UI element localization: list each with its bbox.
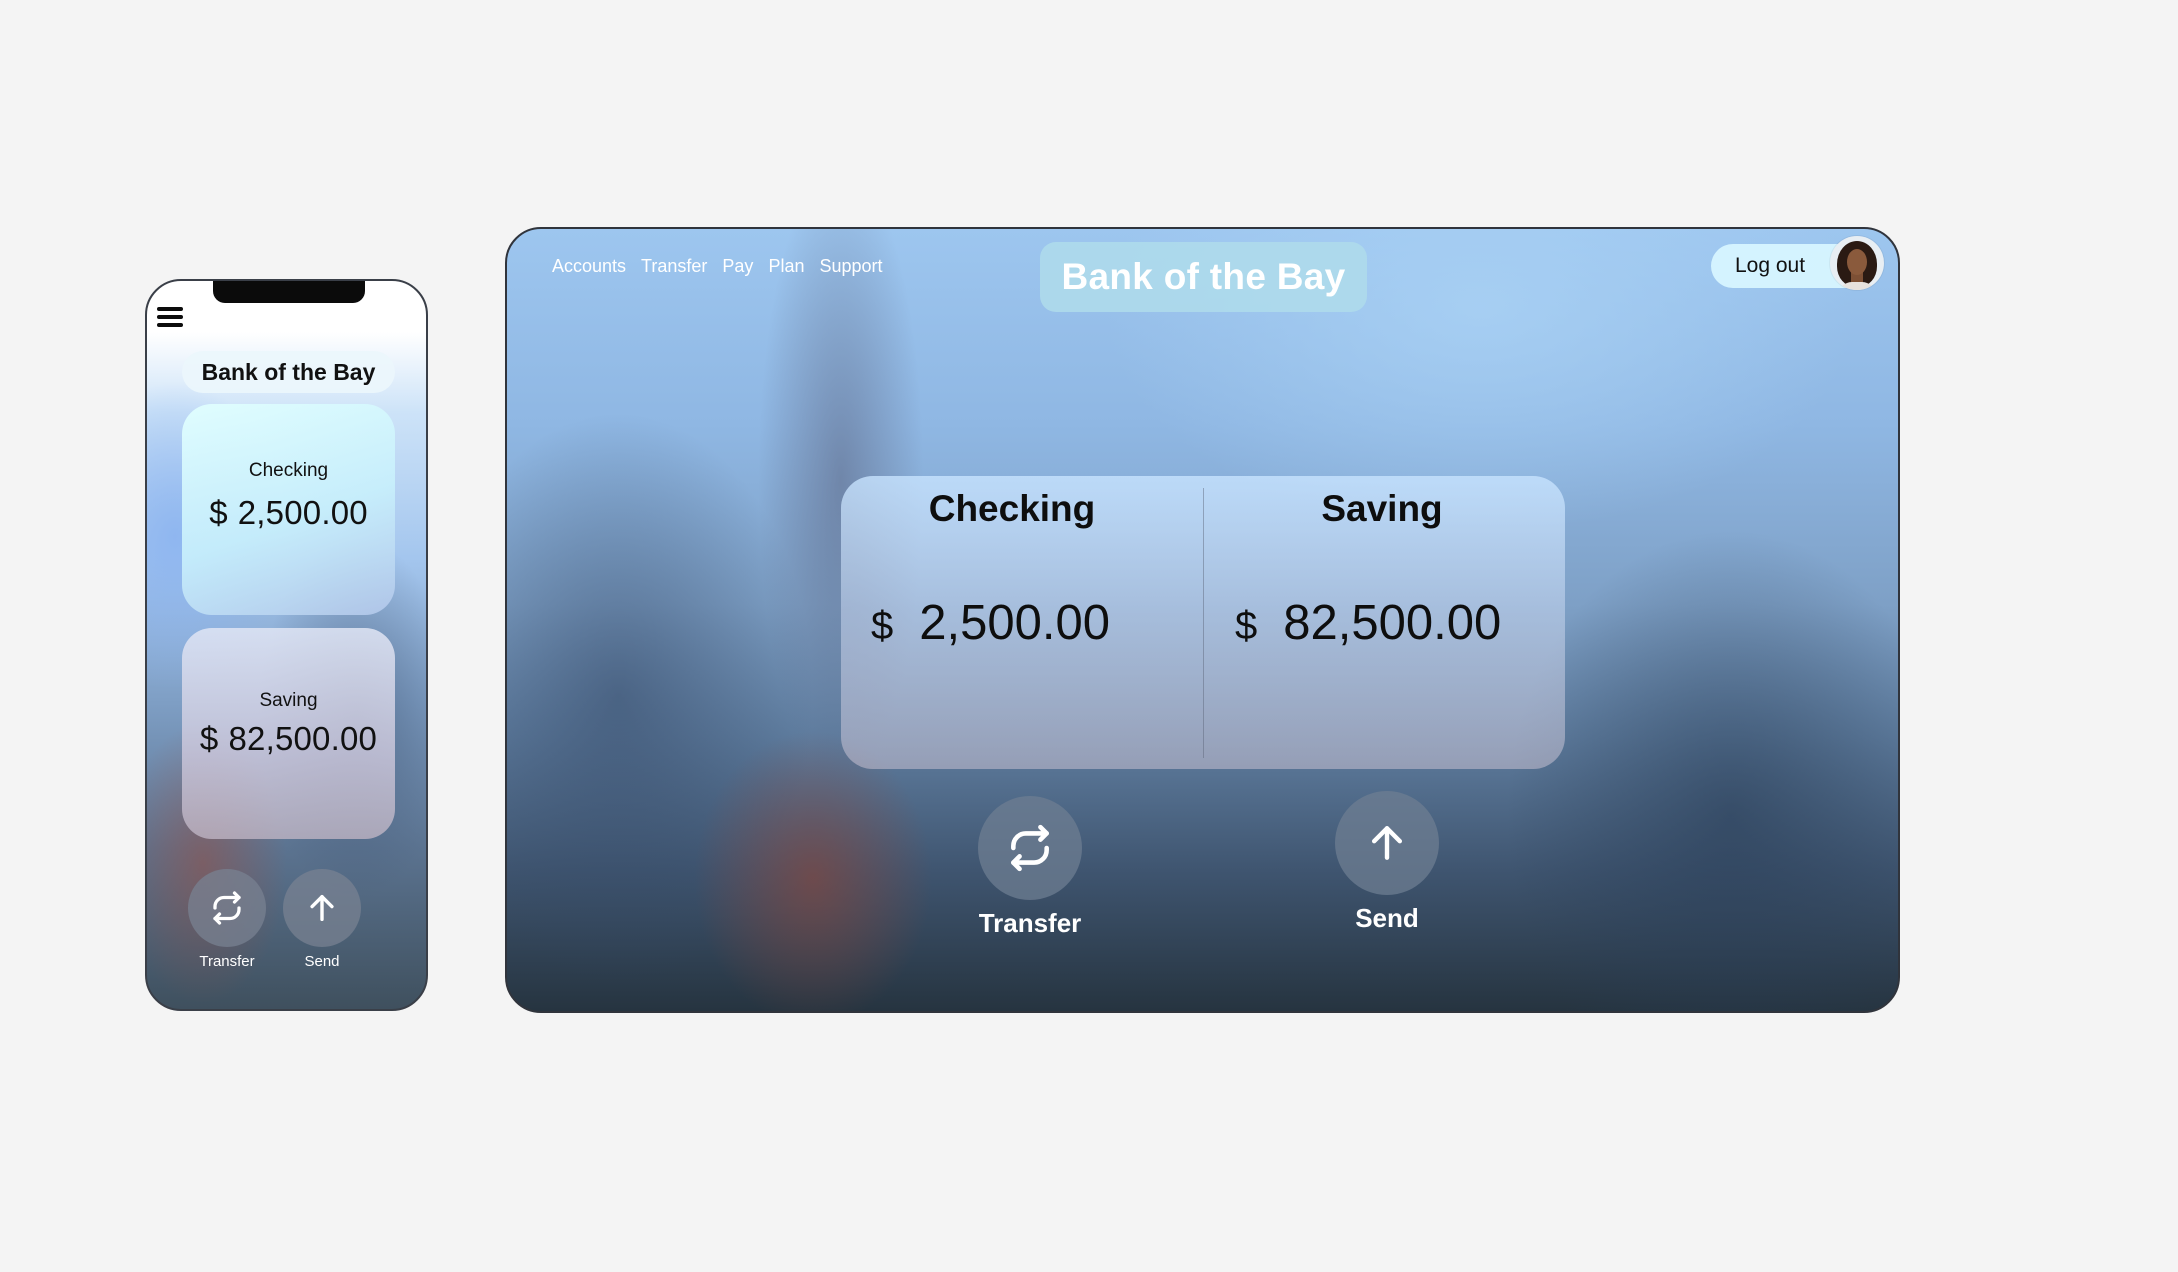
account-balance: $82,500.00 bbox=[1235, 595, 1501, 651]
mobile-screen: Bank of the Bay Checking $2,500.00 Savin… bbox=[145, 279, 428, 1011]
mobile-checking-card[interactable]: Checking $2,500.00 bbox=[182, 404, 395, 615]
mobile-send-button[interactable]: Send bbox=[282, 869, 362, 970]
account-label: Checking bbox=[928, 488, 1096, 529]
desktop-transfer-button[interactable]: Transfer bbox=[955, 796, 1105, 939]
transfer-label: Transfer bbox=[978, 908, 1082, 938]
currency-symbol: $ bbox=[871, 604, 894, 648]
nav-item-plan[interactable]: Plan bbox=[768, 256, 804, 277]
account-balance: $82,500.00 bbox=[182, 720, 395, 758]
mobile-saving-card[interactable]: Saving $82,500.00 bbox=[182, 628, 395, 839]
mockup-canvas: Bank of the Bay Checking $2,500.00 Savin… bbox=[0, 0, 2178, 1272]
account-balance: $2,500.00 bbox=[871, 595, 1110, 651]
send-arrow-up-icon[interactable] bbox=[283, 869, 361, 947]
send-arrow-up-icon[interactable] bbox=[1335, 791, 1439, 895]
top-nav: Accounts Transfer Pay Plan Support bbox=[552, 256, 883, 277]
desktop-send-button[interactable]: Send bbox=[1312, 791, 1462, 934]
accounts-summary-card: Checking $2,500.00 Saving $82,500.00 bbox=[841, 476, 1565, 769]
nav-item-pay[interactable]: Pay bbox=[722, 256, 753, 277]
balance-value: 82,500.00 bbox=[228, 720, 378, 757]
currency-symbol: $ bbox=[209, 494, 228, 531]
account-label: Checking bbox=[248, 460, 329, 481]
user-avatar[interactable] bbox=[1830, 236, 1884, 290]
phone-notch bbox=[213, 281, 365, 303]
nav-item-support[interactable]: Support bbox=[819, 256, 882, 277]
mobile-brand-title: Bank of the Bay bbox=[182, 351, 395, 393]
hamburger-menu-icon[interactable] bbox=[157, 307, 183, 331]
send-label: Send bbox=[1355, 903, 1419, 933]
nav-item-accounts[interactable]: Accounts bbox=[552, 256, 626, 277]
balance-value: 2,500.00 bbox=[237, 494, 368, 531]
account-balance: $2,500.00 bbox=[182, 494, 395, 532]
transfer-icon[interactable] bbox=[188, 869, 266, 947]
mobile-transfer-button[interactable]: Transfer bbox=[187, 869, 267, 970]
desktop-brand-title: Bank of the Bay bbox=[1040, 242, 1367, 312]
send-label: Send bbox=[304, 953, 340, 970]
currency-symbol: $ bbox=[1235, 604, 1258, 648]
account-label: Saving bbox=[1321, 488, 1443, 529]
account-label: Saving bbox=[259, 690, 318, 711]
transfer-label: Transfer bbox=[199, 953, 255, 970]
balance-value: 82,500.00 bbox=[1283, 596, 1502, 650]
nav-item-transfer[interactable]: Transfer bbox=[641, 256, 707, 277]
balance-value: 2,500.00 bbox=[919, 596, 1110, 650]
saving-account-panel[interactable]: Saving $82,500.00 bbox=[1203, 476, 1565, 769]
checking-account-panel[interactable]: Checking $2,500.00 bbox=[841, 476, 1203, 769]
transfer-icon[interactable] bbox=[978, 796, 1082, 900]
desktop-screen: Accounts Transfer Pay Plan Support Bank … bbox=[505, 227, 1900, 1013]
currency-symbol: $ bbox=[199, 720, 219, 757]
